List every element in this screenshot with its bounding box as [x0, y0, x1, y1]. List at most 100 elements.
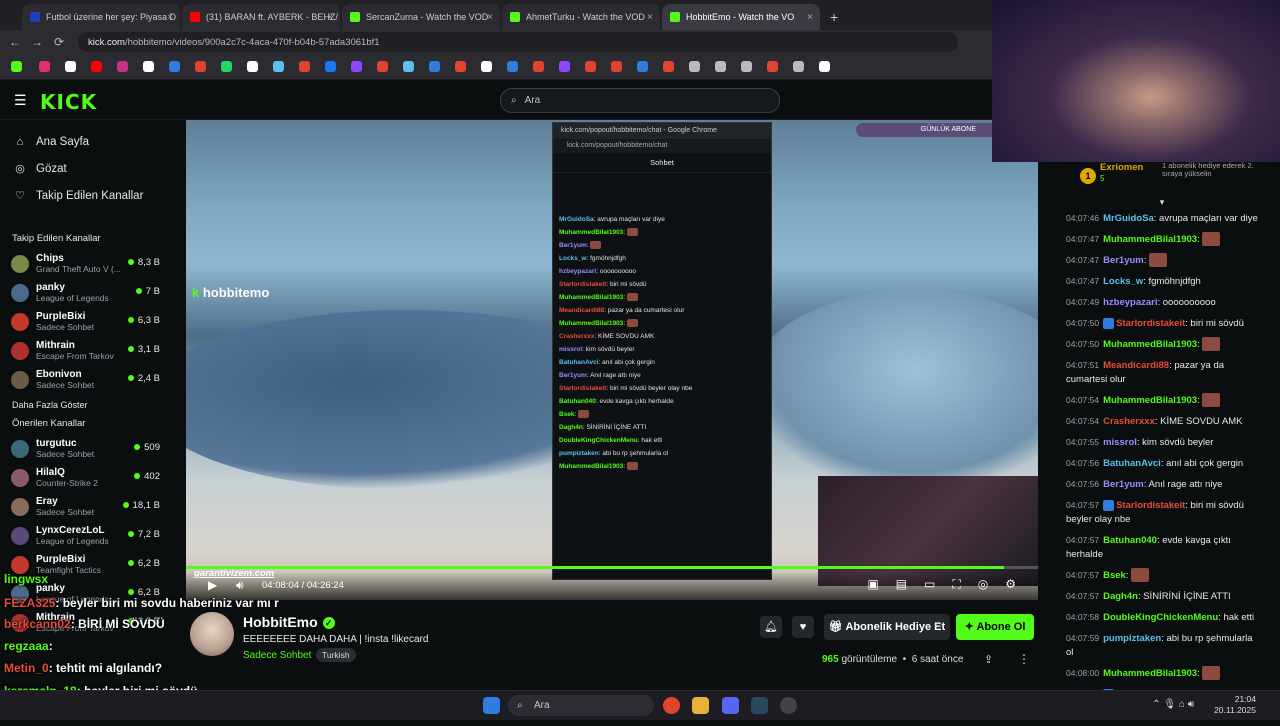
show-more-link[interactable]: Daha Fazla Göster [0, 394, 172, 416]
kick-logo[interactable]: KICK [40, 90, 97, 114]
bookmark-icon[interactable] [403, 61, 414, 72]
chat-username[interactable]: Batuhan040 [1103, 535, 1157, 546]
chat-username[interactable]: Ber1yum [1103, 255, 1144, 266]
bookmark-icon[interactable] [377, 61, 388, 72]
browser-tab[interactable]: HobbitEmo - Watch the VO × [662, 4, 820, 30]
bookmark-icon[interactable] [143, 61, 154, 72]
chat-username[interactable]: MuhammedBilal1903 [1103, 668, 1197, 679]
bookmark-icon[interactable] [169, 61, 180, 72]
tab-close-icon[interactable]: × [807, 12, 813, 23]
bookmark-icon[interactable] [481, 61, 492, 72]
bookmark-icon[interactable] [533, 61, 544, 72]
bookmark-icon[interactable] [11, 61, 22, 72]
discord-icon[interactable] [722, 697, 739, 714]
theater-icon[interactable]: ▤ [896, 577, 907, 592]
chat-username[interactable]: Crasherxxx [1103, 416, 1155, 427]
chat-username[interactable]: hzbeypazari [1103, 297, 1157, 308]
channel-item[interactable]: Eray Sadece Sohbet 18,1 B [0, 492, 172, 521]
browser-tab[interactable]: (31) BARAN ft. AYBERK - BEHZ/× [182, 4, 340, 30]
gift-sub-button[interactable]: 🎁︎ Abonelik Hediye Et [824, 614, 950, 640]
chat-username[interactable]: DoubleKingChickenMenu [1103, 612, 1218, 623]
tab-close-icon[interactable]: × [167, 12, 173, 23]
bookmark-icon[interactable] [585, 61, 596, 72]
browser-tab[interactable]: AhmetTurku - Watch the VOD × [502, 4, 660, 30]
sidebar-nav-item[interactable]: ⌂ Ana Sayfa [0, 128, 172, 155]
speed-icon[interactable]: ◎ [978, 577, 988, 592]
menu-icon[interactable]: ☰ [14, 92, 27, 109]
chat-username[interactable]: Starlordistakeit [1116, 500, 1185, 511]
channel-item[interactable]: Chips Grand Theft Auto V (... 8,3 B [0, 249, 172, 278]
bookmark-icon[interactable] [689, 61, 700, 72]
bookmark-icon[interactable] [273, 61, 284, 72]
channel-item[interactable]: HilalQ Counter-Strike 2 402 [0, 463, 172, 492]
bookmark-icon[interactable] [637, 61, 648, 72]
streamer-avatar[interactable] [190, 612, 234, 656]
bookmark-icon[interactable] [117, 61, 128, 72]
progress-bar[interactable] [186, 566, 1038, 569]
reload-icon[interactable]: ⟳ [48, 35, 70, 49]
bookmark-icon[interactable] [663, 61, 674, 72]
fullscreen-icon[interactable]: ⛶ [952, 577, 960, 592]
steam-icon[interactable] [751, 697, 768, 714]
sidebar-nav-item[interactable]: ♡ Takip Edilen Kanallar [0, 182, 172, 209]
bookmark-icon[interactable] [741, 61, 752, 72]
streamer-name[interactable]: HobbitEmo ✓ [243, 614, 335, 630]
miniplayer-icon[interactable]: ▭ [924, 577, 935, 592]
bookmark-icon[interactable] [429, 61, 440, 72]
bookmark-icon[interactable] [559, 61, 570, 72]
chat-username[interactable]: MrGuidoSa [1103, 213, 1154, 224]
chat-username[interactable]: MuhammedBilal1903 [1103, 395, 1197, 406]
more-options-icon[interactable]: ⋮ [1018, 652, 1030, 666]
bookmark-icon[interactable] [793, 61, 804, 72]
search-input[interactable]: ⌕ Ara [500, 88, 780, 113]
follow-heart-icon[interactable]: ♥ [792, 616, 814, 638]
chat-username[interactable]: MuhammedBilal1903 [1103, 339, 1197, 350]
channel-item[interactable]: turgutuc Sadece Sohbet 509 [0, 434, 172, 463]
chat-collapse-icon[interactable]: ▾ [1054, 198, 1270, 207]
chrome-icon[interactable] [663, 697, 680, 714]
back-icon[interactable]: ← [4, 35, 26, 49]
volume-icon[interactable]: 🔊︎ [236, 578, 244, 593]
clock[interactable]: 21:04 20.11.2025 [1214, 694, 1256, 716]
bookmark-icon[interactable] [221, 61, 232, 72]
bookmark-icon[interactable] [91, 61, 102, 72]
taskbar-search[interactable]: ⌕ Ara [508, 695, 654, 716]
subscribe-button[interactable]: ✦ Abone Ol [956, 614, 1034, 640]
video-player[interactable]: k hobbitemo kick.com/popout/hobbitemo/ch… [186, 120, 1038, 600]
new-tab-button[interactable]: + [830, 4, 838, 30]
chat-username[interactable]: missrol [1103, 437, 1137, 448]
sidebar-nav-item[interactable]: ◎ Gözat [0, 155, 172, 182]
bookmark-icon[interactable] [611, 61, 622, 72]
chat-username[interactable]: Dagh4n [1103, 591, 1138, 602]
bookmark-icon[interactable] [195, 61, 206, 72]
bookmark-icon[interactable] [819, 61, 830, 72]
bookmark-icon[interactable] [39, 61, 50, 72]
bookmark-icon[interactable] [455, 61, 466, 72]
tray-icons[interactable]: ⌃ 🎙︎ ⌂ 🔊︎ [1152, 699, 1194, 710]
bookmark-icon[interactable] [65, 61, 76, 72]
bookmark-icon[interactable] [299, 61, 310, 72]
channel-item[interactable]: LynxCerezLoL League of Legends 7,2 B [0, 521, 172, 550]
bookmark-icon[interactable] [247, 61, 258, 72]
language-tag[interactable]: Turkish [316, 648, 356, 662]
chat-username[interactable]: pumpiztaken [1103, 633, 1161, 644]
chat-username[interactable]: Ber1yum [1103, 479, 1144, 490]
stream-category[interactable]: Sadece Sohbet [243, 650, 311, 661]
chat-username[interactable]: Meandicardi88 [1103, 360, 1169, 371]
tab-close-icon[interactable]: × [327, 12, 333, 23]
bookmark-icon[interactable] [767, 61, 778, 72]
chat-username[interactable]: Locks_w [1103, 276, 1143, 287]
tab-close-icon[interactable]: × [647, 12, 653, 23]
chat-username[interactable]: MuhammedBilal1903 [1103, 234, 1197, 245]
chat-username[interactable]: Starlordistakeit [1116, 318, 1185, 329]
app-icon[interactable] [780, 697, 797, 714]
browser-tab[interactable]: Futbol üzerine her şey: Piyasa D × [22, 4, 180, 30]
browser-tab[interactable]: SercanZurna - Watch the VOD × [342, 4, 500, 30]
play-icon[interactable]: ▶ [208, 578, 217, 592]
clip-icon[interactable]: ▣ [867, 577, 878, 592]
channel-item[interactable]: Mithrain Escape From Tarkov 3,1 B [0, 336, 172, 365]
start-icon[interactable] [483, 697, 500, 714]
chat-username[interactable]: BatuhanAvci [1103, 458, 1161, 469]
channel-item[interactable]: Ebonivon Sadece Sohbet 2,4 B [0, 365, 172, 394]
bookmark-icon[interactable] [715, 61, 726, 72]
